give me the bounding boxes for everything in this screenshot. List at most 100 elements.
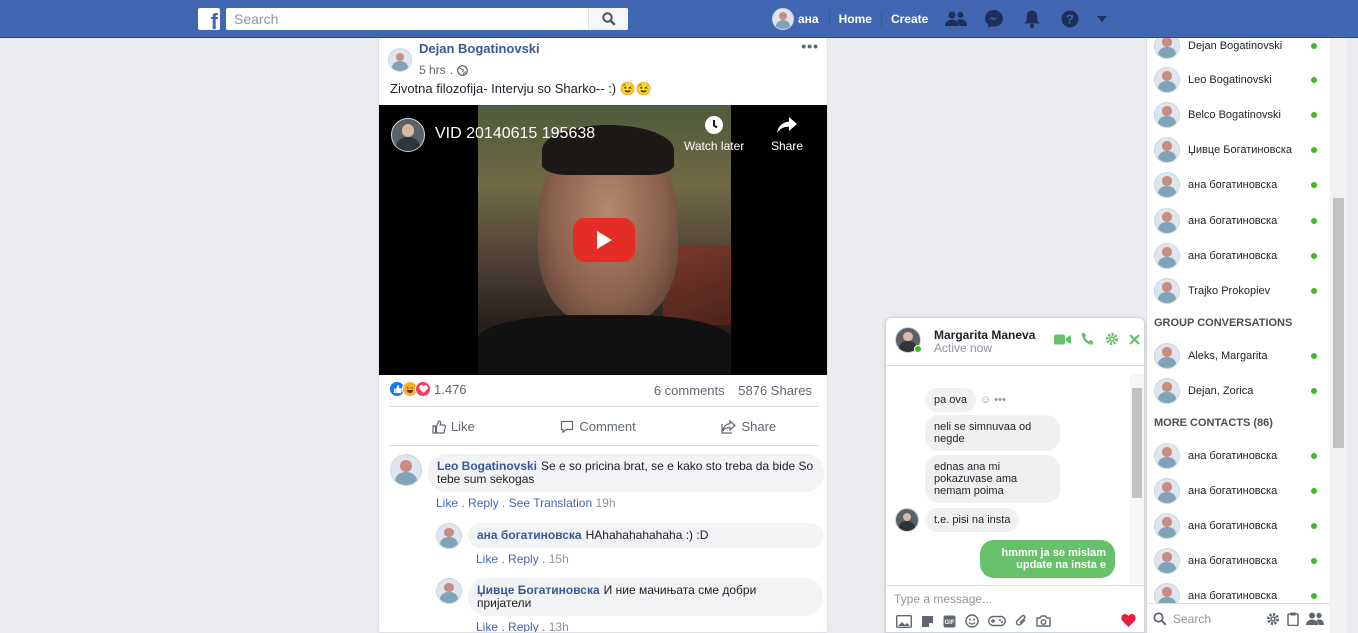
video-player[interactable]: VID 20140615 195638 Watch later Share	[379, 105, 827, 375]
page-scrollbar-thumb[interactable]	[1333, 198, 1344, 448]
comment-like-link[interactable]: Like	[436, 496, 458, 510]
contact-name: Leo Bogatinovski	[1188, 73, 1272, 86]
search-input[interactable]	[226, 8, 588, 30]
group-name: Dejan, Zorica	[1188, 384, 1254, 397]
game-controller-icon[interactable]	[988, 615, 1006, 627]
message-reaction-icon[interactable]: ☺ •••	[980, 394, 1006, 406]
globe-icon	[457, 64, 468, 76]
online-indicator	[1311, 217, 1317, 224]
post-text: Zivotna filozofija- Intervju so Sharko--…	[390, 81, 653, 96]
video-call-icon[interactable]	[1054, 334, 1071, 345]
gear-icon[interactable]	[1266, 612, 1280, 626]
friends-icon[interactable]	[1306, 612, 1324, 626]
compose-icon[interactable]	[1287, 612, 1299, 626]
contact-item[interactable]: Leo Bogatinovski	[1147, 62, 1330, 97]
contact-item[interactable]: ана богатиновска	[1147, 238, 1330, 273]
emoji-icon[interactable]	[965, 614, 979, 628]
commenter-avatar[interactable]	[436, 578, 462, 604]
contact-item[interactable]: ана богатиновска	[1147, 543, 1330, 578]
watch-later-button[interactable]: Watch later	[684, 115, 744, 153]
account-menu-button[interactable]	[1089, 0, 1115, 38]
camera-icon[interactable]	[1036, 615, 1051, 627]
comment-time[interactable]: 15h	[549, 552, 569, 566]
comment-like-link[interactable]: Like	[476, 620, 498, 632]
contact-name: ана богатиновска	[1188, 519, 1278, 532]
commenter-avatar[interactable]	[436, 523, 462, 549]
comment-bubble: Џивце Богатиновска И ние мачињата сме доб…	[468, 578, 823, 616]
comment-time[interactable]: 19h	[595, 496, 615, 510]
comment-actions: Like . Reply . 13h	[476, 620, 569, 633]
create-link[interactable]: Create	[880, 11, 937, 27]
contact-item[interactable]: Trajko Prokopiev	[1147, 273, 1330, 308]
sticker-icon[interactable]	[921, 615, 934, 628]
more-contacts-heading: MORE CONTACTS (86)	[1154, 417, 1273, 429]
comment-button[interactable]: Comment	[560, 419, 636, 434]
contact-item[interactable]: ана богатиновска	[1147, 203, 1330, 238]
home-link[interactable]: Home	[828, 11, 881, 27]
chat-contact-name[interactable]: Margarita Maneva	[934, 328, 1035, 342]
post-options-icon[interactable]: •••	[801, 38, 819, 54]
right-gutter	[1347, 38, 1358, 633]
video-title[interactable]: VID 20140615 195638	[435, 125, 595, 143]
gif-icon[interactable]: GIF	[943, 615, 956, 628]
chat-scrollbar-thumb[interactable]	[1132, 388, 1142, 498]
chat-scrollbar[interactable]	[1130, 374, 1144, 584]
chat-header[interactable]: Margarita Maneva Active now	[886, 318, 1144, 366]
contact-name: ана богатиновска	[1188, 178, 1278, 191]
contact-item[interactable]: Belco Bogatinovski	[1147, 97, 1330, 132]
attachment-icon[interactable]	[1015, 614, 1027, 628]
messenger-button[interactable]	[975, 0, 1013, 38]
search-button[interactable]	[588, 8, 628, 30]
post-timestamp: 5 hrs .	[419, 63, 468, 77]
post-author[interactable]: Dejan Bogatinovski	[419, 41, 540, 56]
group-item[interactable]: Dejan, Zorica	[1147, 373, 1330, 408]
comment-like-link[interactable]: Like	[476, 552, 498, 566]
share-label: Share	[741, 419, 777, 434]
online-indicator	[1311, 181, 1317, 188]
comment-reply-link[interactable]: Reply	[508, 620, 539, 632]
comment-reply-link[interactable]: Reply	[508, 552, 539, 566]
video-channel-avatar[interactable]	[391, 118, 425, 152]
contact-avatar	[1154, 101, 1180, 128]
video-share-button[interactable]: Share	[771, 115, 803, 153]
contact-item[interactable]: ана богатиновска	[1147, 438, 1330, 473]
friend-requests-button[interactable]	[937, 0, 975, 38]
share-button[interactable]: Share	[721, 419, 776, 434]
photo-icon[interactable]	[896, 614, 912, 628]
shares-count-link[interactable]: 5876 Shares	[738, 383, 812, 398]
comment-time[interactable]: 13h	[549, 620, 569, 632]
phone-icon[interactable]	[1081, 332, 1095, 346]
contact-item[interactable]: Dejan Bogatinovski	[1147, 38, 1330, 63]
comments-count-link[interactable]: 6 comments	[654, 383, 725, 398]
comment-reply-link[interactable]: Reply	[468, 496, 499, 510]
commenter-avatar[interactable]	[390, 454, 422, 486]
commenter-name[interactable]: Leo Bogatinovski	[437, 459, 537, 473]
sidebar-search[interactable]: Search	[1147, 603, 1330, 633]
author-avatar[interactable]	[388, 48, 412, 72]
message-input[interactable]	[894, 592, 1124, 606]
see-translation-link[interactable]: See Translation	[509, 496, 592, 510]
close-icon[interactable]	[1129, 333, 1140, 345]
play-button[interactable]	[573, 218, 635, 262]
facebook-logo-icon[interactable]: f	[198, 8, 220, 30]
post-time[interactable]: 5 hrs	[419, 63, 446, 77]
notifications-button[interactable]	[1013, 0, 1051, 38]
heart-icon[interactable]	[1121, 614, 1136, 627]
message-composer: GIF	[886, 585, 1144, 632]
contact-avatar	[1154, 477, 1180, 504]
group-item[interactable]: Aleks, Margarita	[1147, 338, 1330, 373]
like-button[interactable]: Like	[432, 419, 475, 434]
contact-item[interactable]: ана богатиновска	[1147, 167, 1330, 202]
nav-right: ана Home Create ?	[772, 0, 1115, 38]
commenter-name[interactable]: ана богатиновска	[477, 528, 582, 542]
profile-link[interactable]: ана	[772, 8, 829, 30]
contact-item[interactable]: ана богатиновска	[1147, 508, 1330, 543]
help-button[interactable]: ?	[1051, 0, 1089, 38]
contact-item[interactable]: Џивце Богатиновска	[1147, 132, 1330, 167]
commenter-name[interactable]: Џивце Богатиновска	[477, 583, 600, 597]
chat-sidebar: Dejan Bogatinovski Leo Bogatinovski Belc…	[1146, 38, 1330, 633]
comment-icon	[561, 420, 574, 434]
reactions-summary[interactable]: 1.476	[389, 381, 467, 397]
contact-item[interactable]: ана богатиновска	[1147, 473, 1330, 508]
gear-icon[interactable]	[1105, 332, 1119, 346]
